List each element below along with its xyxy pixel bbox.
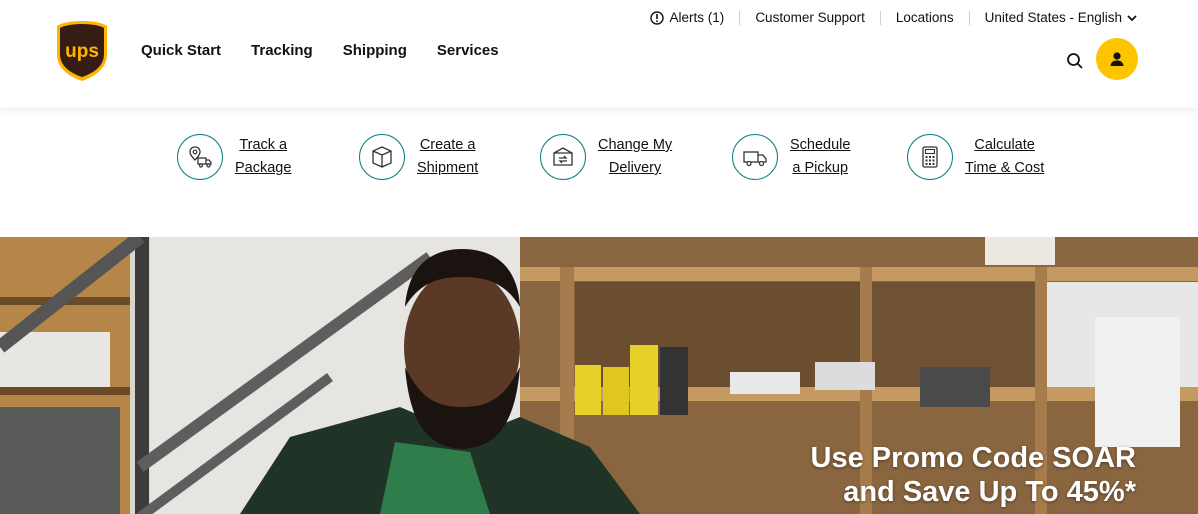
promo-headline: Use Promo Code SOAR and Save Up To 45%* <box>811 441 1137 509</box>
quick-links-bar: Track a Package Create a Shipment Change… <box>0 108 1198 237</box>
utility-nav: Alerts (1) Customer Support Locations Un… <box>649 10 1138 25</box>
search-button[interactable] <box>1064 50 1086 72</box>
user-icon <box>1110 52 1124 66</box>
nav-services[interactable]: Services <box>437 42 499 59</box>
divider <box>968 10 970 25</box>
alerts-label: Alerts (1) <box>669 10 725 25</box>
quick-link-create-shipment[interactable]: Create a Shipment <box>359 134 478 180</box>
truck-icon <box>732 134 778 180</box>
divider <box>739 10 741 25</box>
profile-button[interactable] <box>1096 38 1138 80</box>
quick-link-line2: Package <box>235 160 292 176</box>
quick-link-schedule-pickup[interactable]: Schedule a Pickup <box>732 134 850 180</box>
main-nav: Quick Start Tracking Shipping Services <box>141 42 529 59</box>
customer-support-link[interactable]: Customer Support <box>755 10 865 25</box>
locations-link[interactable]: Locations <box>896 10 954 25</box>
box-icon <box>359 134 405 180</box>
quick-link-change-delivery[interactable]: Change My Delivery <box>540 134 672 180</box>
quick-link-line2: Delivery <box>608 160 662 176</box>
chevron-down-icon <box>1127 14 1137 21</box>
quick-link-track-package[interactable]: Track a Package <box>177 134 291 180</box>
calculator-icon <box>907 134 953 180</box>
change-delivery-icon <box>540 134 586 180</box>
svg-text:ups: ups <box>65 41 99 62</box>
quick-link-line1: Schedule <box>790 137 851 153</box>
quick-link-label: Track a Package <box>235 134 291 180</box>
quick-link-label: Create a Shipment <box>417 134 478 180</box>
promo-line1: Use Promo Code SOAR <box>810 442 1137 474</box>
alerts-link[interactable]: Alerts (1) <box>649 10 725 25</box>
site-header: ups Quick Start Tracking Shipping Servic… <box>0 0 1198 108</box>
nav-tracking[interactable]: Tracking <box>251 42 313 59</box>
ups-shield-icon: ups <box>57 21 107 81</box>
divider <box>879 10 881 25</box>
quick-link-label: Calculate Time & Cost <box>965 134 1044 180</box>
quick-link-label: Schedule a Pickup <box>790 134 850 180</box>
promo-line2: and Save Up To 45%* <box>843 476 1136 508</box>
search-icon <box>1067 53 1083 69</box>
quick-link-label: Change My Delivery <box>598 134 672 180</box>
track-package-icon <box>177 134 223 180</box>
language-label: United States - English <box>984 10 1122 25</box>
quick-link-line2: a Pickup <box>792 160 849 176</box>
quick-link-line1: Track a <box>239 137 288 153</box>
quick-link-line1: Calculate <box>974 137 1035 153</box>
ups-logo[interactable]: ups <box>56 20 108 82</box>
hero-banner[interactable]: Use Promo Code SOAR and Save Up To 45%* <box>0 237 1198 514</box>
quick-link-line2: Shipment <box>417 160 479 176</box>
quick-link-line1: Create a <box>419 137 476 153</box>
quick-link-calculate-cost[interactable]: Calculate Time & Cost <box>907 134 1044 180</box>
nav-shipping[interactable]: Shipping <box>343 42 407 59</box>
language-selector[interactable]: United States - English <box>985 10 1138 25</box>
nav-quick-start[interactable]: Quick Start <box>141 42 221 59</box>
alert-icon <box>649 10 664 25</box>
quick-link-line2: Time & Cost <box>965 160 1045 176</box>
quick-link-line1: Change My <box>598 137 673 153</box>
